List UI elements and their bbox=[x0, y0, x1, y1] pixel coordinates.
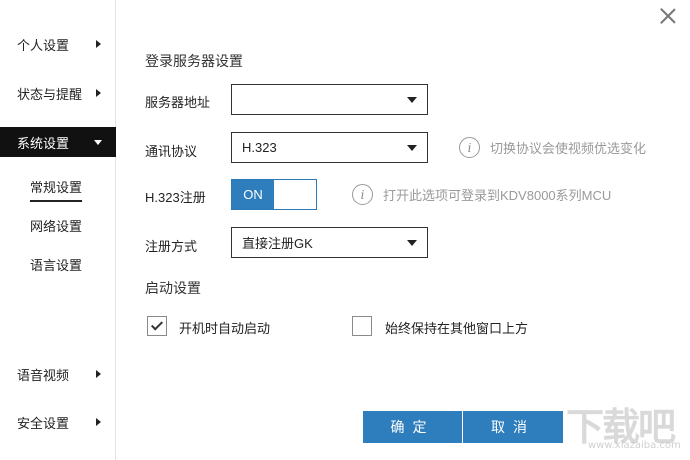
watermark-logo: 下载吧 www.xiazaiba.com bbox=[560, 396, 684, 456]
protocol-label: 通讯协议 bbox=[145, 144, 198, 159]
section-title-login: 登录服务器设置 bbox=[145, 53, 243, 69]
chevron-right-icon bbox=[96, 89, 101, 97]
subnav-item-general[interactable]: 常规设置 bbox=[30, 177, 83, 202]
register-mode-value: 直接注册GK bbox=[242, 236, 313, 251]
always-on-top-checkbox[interactable] bbox=[352, 316, 372, 336]
protocol-hint: i 切换协议会使视频优选变化 bbox=[459, 137, 646, 158]
register-mode-label: 注册方式 bbox=[145, 239, 198, 254]
h323-register-toggle[interactable]: ON bbox=[231, 179, 317, 210]
protocol-value: H.323 bbox=[242, 140, 277, 155]
subnav-item-network[interactable]: 网络设置 bbox=[30, 216, 82, 239]
server-address-select[interactable] bbox=[231, 84, 428, 115]
close-icon[interactable] bbox=[658, 6, 678, 26]
sidebar-item-voice-video[interactable]: 语音视频 bbox=[0, 359, 116, 389]
h323-register-label: H.323注册 bbox=[145, 190, 206, 205]
sidebar: 个人设置 状态与提醒 系统设置 常规设置 网络设置 语言设置 语音视频 安全设置 bbox=[0, 0, 116, 460]
ok-button[interactable]: 确定 bbox=[363, 411, 462, 443]
autostart-checkbox[interactable] bbox=[147, 316, 167, 336]
autostart-label: 开机时自动启动 bbox=[179, 321, 271, 336]
caret-down-icon bbox=[407, 240, 417, 246]
register-mode-select[interactable]: 直接注册GK bbox=[231, 227, 428, 258]
h323-register-hint: i 打开此选项可登录到KDV8000系列MCU bbox=[352, 184, 611, 205]
chevron-right-icon bbox=[96, 370, 101, 378]
sidebar-item-security[interactable]: 安全设置 bbox=[0, 407, 116, 437]
caret-down-icon bbox=[407, 145, 417, 151]
checkmark-icon bbox=[150, 318, 164, 331]
sidebar-item-label: 语音视频 bbox=[17, 367, 70, 383]
info-icon: i bbox=[459, 137, 480, 158]
sidebar-item-label: 安全设置 bbox=[17, 415, 70, 431]
server-address-label: 服务器地址 bbox=[145, 95, 211, 110]
protocol-select[interactable]: H.323 bbox=[231, 132, 428, 163]
info-icon: i bbox=[352, 184, 373, 205]
sidebar-item-status[interactable]: 状态与提醒 bbox=[0, 78, 116, 108]
sidebar-item-label: 系统设置 bbox=[17, 135, 70, 151]
always-on-top-label: 始终保持在其他窗口上方 bbox=[385, 321, 529, 336]
chevron-right-icon bbox=[96, 40, 101, 48]
settings-panel: 登录服务器设置 服务器地址 通讯协议 H.323 i 切换协议会使视频优选变化 … bbox=[117, 0, 690, 460]
watermark-url: www.xiazaiba.com bbox=[588, 440, 681, 451]
section-title-startup: 启动设置 bbox=[145, 280, 201, 296]
sidebar-item-personal[interactable]: 个人设置 bbox=[0, 29, 116, 59]
caret-down-icon bbox=[407, 97, 417, 103]
sidebar-item-label: 状态与提醒 bbox=[17, 86, 83, 102]
protocol-hint-text: 切换协议会使视频优选变化 bbox=[490, 141, 647, 156]
chevron-right-icon bbox=[96, 418, 101, 426]
sidebar-item-system[interactable]: 系统设置 bbox=[0, 127, 116, 157]
h323-register-hint-text: 打开此选项可登录到KDV8000系列MCU bbox=[383, 188, 612, 203]
sidebar-item-label: 个人设置 bbox=[17, 37, 70, 53]
toggle-on-label: ON bbox=[232, 180, 274, 209]
subnav-item-language[interactable]: 语言设置 bbox=[30, 255, 82, 278]
chevron-down-icon bbox=[94, 140, 102, 145]
cancel-button[interactable]: 取消 bbox=[463, 411, 563, 443]
